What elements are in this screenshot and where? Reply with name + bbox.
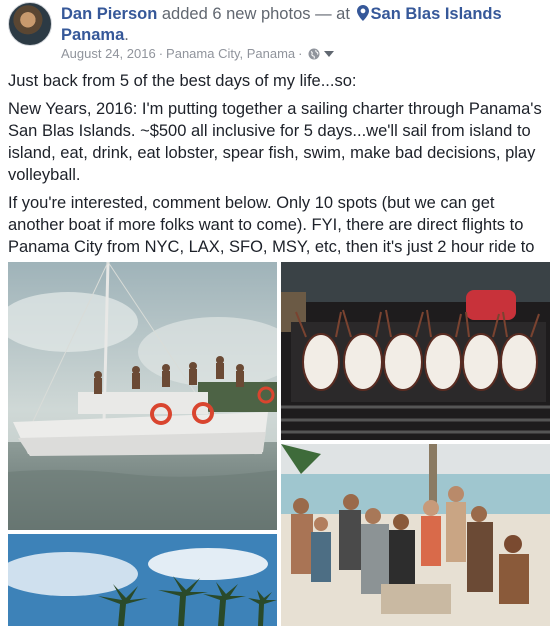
post-header: Dan Pierson added 6 new photos — at San … <box>8 2 553 64</box>
photo-palm-trees[interactable] <box>8 534 277 626</box>
action-text: added 6 new photos <box>161 5 311 23</box>
photo-lobsters-grill[interactable] <box>281 262 550 440</box>
post-title-line: Dan Pierson added 6 new photos — at San … <box>61 4 541 46</box>
photo-grid <box>8 262 550 626</box>
post-body: Just back from 5 of the best days of my … <box>8 70 553 286</box>
meta-separator: · <box>158 46 164 61</box>
globe-icon[interactable] <box>308 48 320 60</box>
avatar[interactable] <box>8 2 52 46</box>
post-meta: August 24, 2016 · Panama City, Panama · <box>61 46 334 61</box>
caret-down-icon[interactable] <box>323 50 334 58</box>
place-suffix: . <box>124 26 129 44</box>
author-link[interactable]: Dan Pierson <box>61 5 157 23</box>
photo-group-beach[interactable] <box>281 444 550 626</box>
sailboat-photo-image <box>8 262 277 530</box>
location-pin-icon <box>356 5 369 21</box>
post-date[interactable]: August 24, 2016 <box>61 46 156 61</box>
photo-sailboat-jump[interactable] <box>8 262 277 530</box>
post-location[interactable]: Panama City, Panama <box>166 46 295 61</box>
palm-photo-image <box>8 534 277 626</box>
group-beach-photo-image <box>281 444 550 626</box>
post-paragraph: New Years, 2016: I'm putting together a … <box>8 100 542 184</box>
meta-separator: · <box>298 46 303 61</box>
post-paragraph: Just back from 5 of the best days of my … <box>8 72 357 90</box>
lobster-photo-image <box>281 262 550 440</box>
at-text: — at <box>315 5 350 23</box>
